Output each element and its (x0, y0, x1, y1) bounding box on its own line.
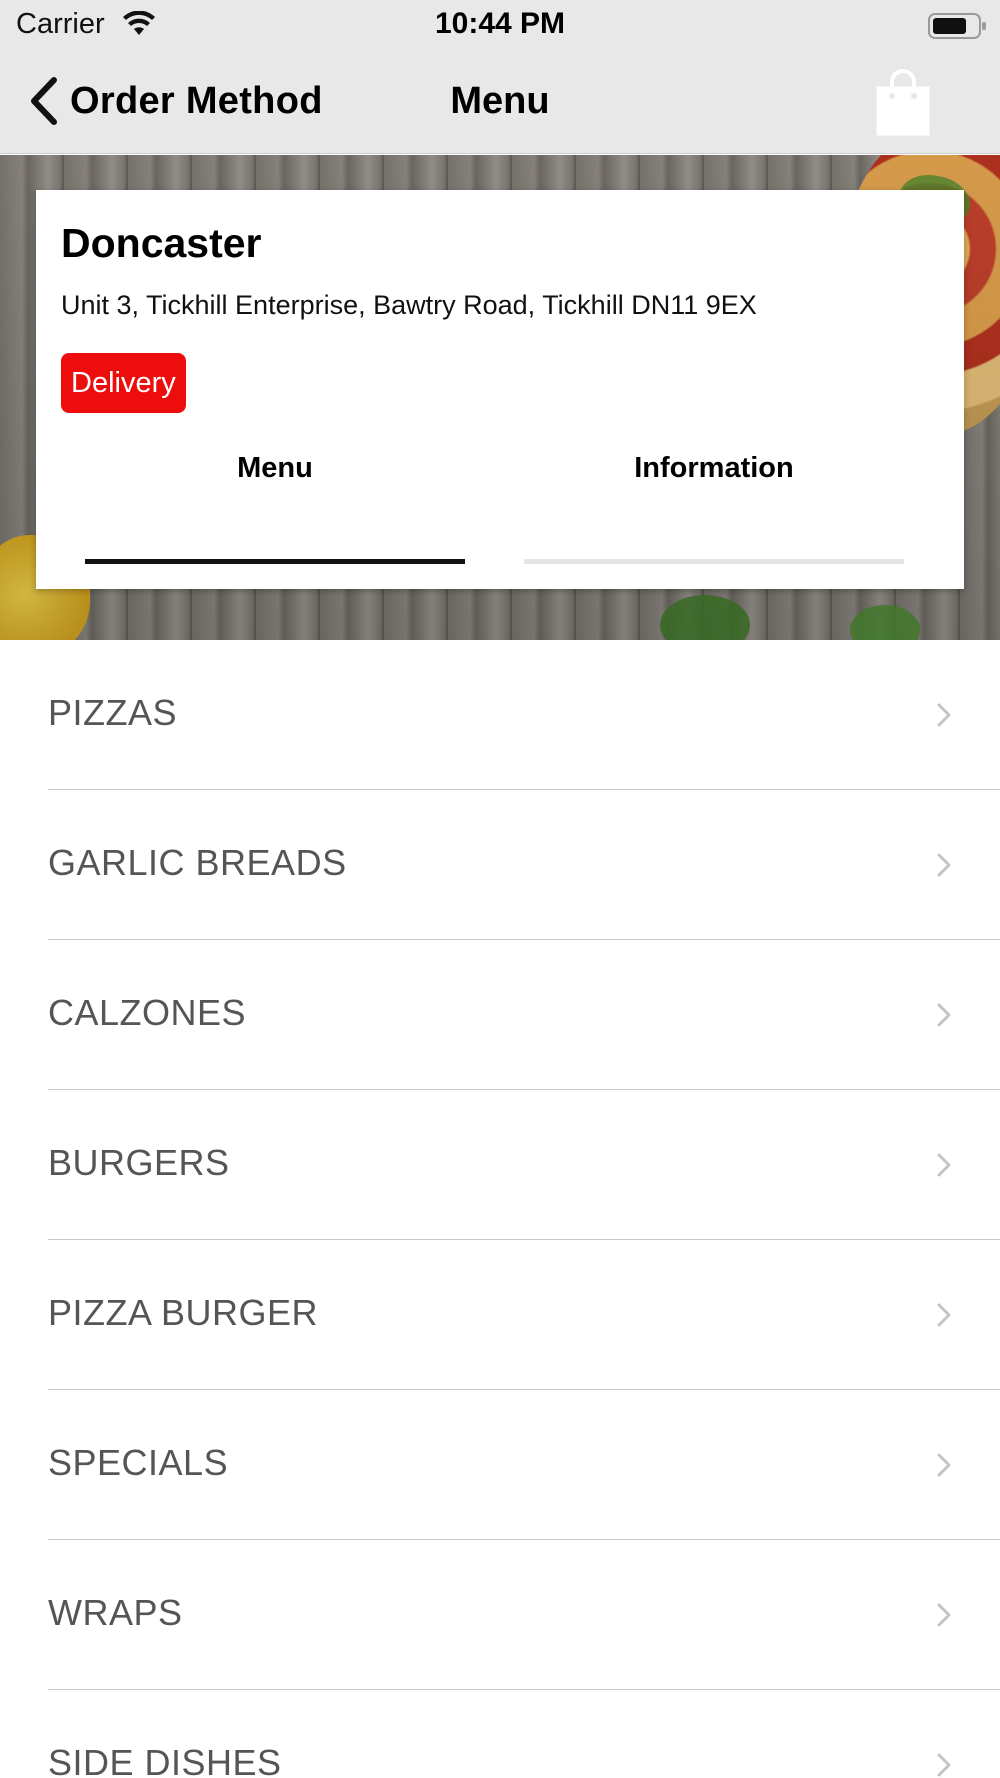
tab-menu[interactable]: Menu (85, 452, 465, 485)
chevron-right-icon (937, 1303, 951, 1327)
menu-item-pizzas[interactable]: PIZZAS (0, 640, 1000, 790)
menu-item-burgers[interactable]: BURGERS (0, 1090, 1000, 1240)
menu-item-label: GARLIC BREADS (48, 842, 347, 883)
chevron-right-icon (937, 1603, 951, 1627)
battery-icon (928, 13, 986, 39)
tab-information[interactable]: Information (524, 452, 904, 485)
chevron-right-icon (937, 1753, 951, 1777)
chevron-right-icon (937, 1153, 951, 1177)
back-button[interactable]: Order Method (26, 74, 323, 128)
menu-item-label: CALZONES (48, 992, 247, 1033)
menu-item-label: PIZZA BURGER (48, 1292, 319, 1333)
menu-item-pizza-burger[interactable]: PIZZA BURGER (0, 1240, 1000, 1390)
chevron-left-icon (31, 77, 57, 125)
menu-item-side-dishes[interactable]: SIDE DISHES (0, 1690, 1000, 1778)
store-card: Doncaster Unit 3, Tickhill Enterprise, B… (36, 190, 964, 589)
menu-category-list: PIZZAS GARLIC BREADS CALZONES BURGERS PI… (0, 640, 1000, 1778)
tab-menu-indicator (85, 559, 465, 564)
shopping-bag-icon[interactable] (872, 66, 934, 138)
chevron-right-icon (937, 853, 951, 877)
menu-item-label: WRAPS (48, 1592, 183, 1633)
menu-item-wraps[interactable]: WRAPS (0, 1540, 1000, 1690)
menu-item-garlic-breads[interactable]: GARLIC BREADS (0, 790, 1000, 940)
status-bar: Carrier 10:44 PM (0, 0, 1000, 50)
store-name: Doncaster (61, 220, 262, 266)
menu-item-calzones[interactable]: CALZONES (0, 940, 1000, 1090)
tab-information-indicator (524, 559, 904, 564)
chevron-right-icon (937, 1003, 951, 1027)
top-bar: Carrier 10:44 PM Order Method Menu (0, 0, 1000, 154)
menu-item-specials[interactable]: SPECIALS (0, 1390, 1000, 1540)
navigation-bar: Order Method Menu (0, 50, 1000, 154)
status-time: 10:44 PM (434, 7, 566, 40)
menu-item-label: PIZZAS (48, 692, 178, 733)
chevron-right-icon (937, 703, 951, 727)
menu-item-label: SIDE DISHES (48, 1742, 282, 1778)
page-title: Menu (450, 80, 550, 122)
store-address: Unit 3, Tickhill Enterprise, Bawtry Road… (61, 290, 757, 320)
back-label: Order Method (70, 79, 323, 122)
menu-item-label: BURGERS (48, 1142, 230, 1183)
chevron-right-icon (937, 1453, 951, 1477)
menu-item-label: SPECIALS (48, 1442, 229, 1483)
delivery-badge: Delivery (61, 353, 186, 413)
